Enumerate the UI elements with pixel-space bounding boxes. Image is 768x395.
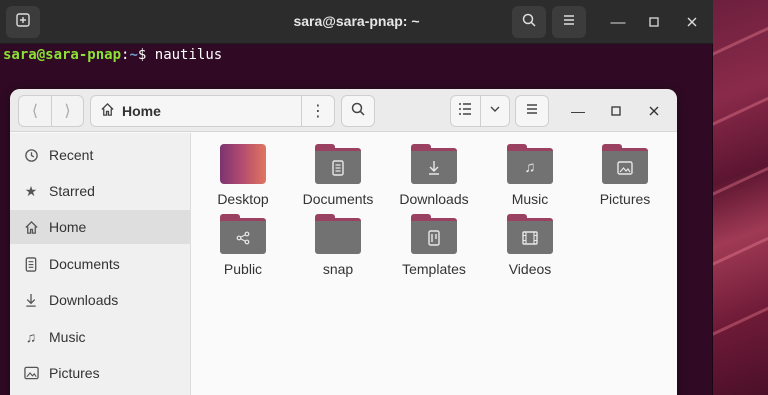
command-text: nautilus <box>154 47 223 63</box>
file-item-snap[interactable]: snap <box>293 214 383 277</box>
sidebar-item-label: Recent <box>49 147 94 163</box>
terminal-menu-button[interactable] <box>552 6 586 38</box>
files-maximize-button[interactable] <box>603 99 629 123</box>
sidebar-item-starred[interactable]: ★ Starred <box>10 174 191 208</box>
prompt-symbol: $ <box>137 47 147 63</box>
home-icon <box>22 220 40 235</box>
terminal-search-button[interactable] <box>512 6 546 38</box>
location-label: Home <box>122 103 161 119</box>
search-icon <box>350 101 366 122</box>
terminal-command-line[interactable]: sara@sara-pnap:~$ nautilus <box>3 47 222 63</box>
files-search-button[interactable] <box>341 95 375 127</box>
pictures-folder-icon <box>602 144 648 184</box>
public-folder-icon <box>220 214 266 254</box>
files-window[interactable]: ⟨ ⟩ Home ⋮ — Recent ★ Starred Home Docum… <box>10 89 677 395</box>
terminal-maximize-button[interactable] <box>641 10 667 34</box>
file-item-label: Documents <box>302 191 374 207</box>
music-icon: ♫ <box>25 329 37 345</box>
navigation-buttons: ⟨ ⟩ <box>18 95 84 127</box>
prompt-user: sara@sara-pnap <box>3 47 122 63</box>
sidebar-item-label: Starred <box>49 183 95 199</box>
file-item-music[interactable]: ♫ Music <box>485 144 575 207</box>
forward-button[interactable]: ⟩ <box>50 96 83 126</box>
hamburger-menu-icon <box>562 13 576 32</box>
home-icon <box>100 102 115 120</box>
file-item-label: Videos <box>508 261 552 277</box>
music-folder-icon: ♫ <box>507 144 553 184</box>
folder-icon <box>315 214 361 254</box>
sidebar-item-documents[interactable]: Documents <box>10 247 191 281</box>
files-close-button[interactable] <box>641 99 667 123</box>
list-view-icon <box>458 102 472 121</box>
templates-folder-icon <box>411 214 457 254</box>
sidebar-item-recent[interactable]: Recent <box>10 138 191 172</box>
file-item-videos[interactable]: Videos <box>485 214 575 277</box>
file-item-label: Music <box>511 191 549 207</box>
files-menu-button[interactable] <box>515 95 549 127</box>
file-item-public[interactable]: Public <box>198 214 288 277</box>
close-icon <box>687 14 697 31</box>
file-item-documents[interactable]: Documents <box>293 144 383 207</box>
hamburger-menu-icon <box>525 102 539 121</box>
minimize-icon: — <box>571 103 585 119</box>
file-item-pictures[interactable]: Pictures <box>580 144 670 207</box>
minimize-icon: — <box>610 13 626 31</box>
terminal-header-bar: sara@sara-pnap: ~ — <box>0 0 713 44</box>
file-item-label: Templates <box>402 261 466 277</box>
sidebar-item-label: Music <box>49 329 86 345</box>
sidebar-item-label: Downloads <box>49 292 119 308</box>
files-sidebar: Recent ★ Starred Home Documents Download… <box>10 133 191 395</box>
terminal-minimize-button[interactable]: — <box>605 10 631 34</box>
sidebar-item-home[interactable]: Home <box>10 210 191 244</box>
prompt-path: ~ <box>129 47 138 63</box>
sidebar-item-music[interactable]: ♫ Music <box>10 320 191 354</box>
sidebar-item-label: Documents <box>49 256 120 272</box>
chevron-left-icon: ⟨ <box>31 103 39 120</box>
back-button[interactable]: ⟨ <box>19 96 51 126</box>
download-icon <box>22 293 40 308</box>
file-item-desktop[interactable]: Desktop <box>198 144 288 207</box>
kebab-menu-icon: ⋮ <box>310 103 326 120</box>
pictures-icon <box>22 366 40 380</box>
sidebar-item-pictures[interactable]: Pictures <box>10 356 191 390</box>
chevron-down-icon <box>489 102 501 120</box>
file-item-downloads[interactable]: Downloads <box>389 144 479 207</box>
file-item-templates[interactable]: Templates <box>389 214 479 277</box>
videos-folder-icon <box>507 214 553 254</box>
desktop-folder-icon <box>220 144 266 184</box>
star-icon: ★ <box>24 182 38 199</box>
file-item-label: snap <box>322 261 354 277</box>
file-item-label: Public <box>223 261 263 277</box>
files-header-bar: ⟨ ⟩ Home ⋮ — <box>10 89 677 132</box>
document-icon <box>22 256 40 272</box>
maximize-icon <box>611 103 621 119</box>
terminal-close-button[interactable] <box>679 10 705 34</box>
chevron-right-icon: ⟩ <box>64 103 71 120</box>
view-options-dropdown[interactable] <box>479 96 509 126</box>
file-item-label: Pictures <box>599 191 651 207</box>
sidebar-item-label: Home <box>49 219 87 235</box>
list-view-button[interactable] <box>451 96 480 126</box>
maximize-icon <box>649 14 659 31</box>
clock-icon <box>22 148 40 163</box>
downloads-folder-icon <box>411 144 457 184</box>
close-icon <box>649 103 659 119</box>
location-bar[interactable]: Home <box>90 95 302 127</box>
sidebar-item-label: Pictures <box>49 365 100 381</box>
files-minimize-button[interactable]: — <box>565 99 591 123</box>
sidebar-item-downloads[interactable]: Downloads <box>10 283 191 317</box>
search-icon <box>521 12 537 33</box>
files-content-area: Desktop Documents Downloads ♫ Music Pict… <box>192 133 677 395</box>
file-item-label: Desktop <box>217 191 269 207</box>
file-item-label: Downloads <box>399 191 469 207</box>
documents-folder-icon <box>315 144 361 184</box>
location-menu-button[interactable]: ⋮ <box>301 95 335 127</box>
view-options <box>450 95 510 127</box>
